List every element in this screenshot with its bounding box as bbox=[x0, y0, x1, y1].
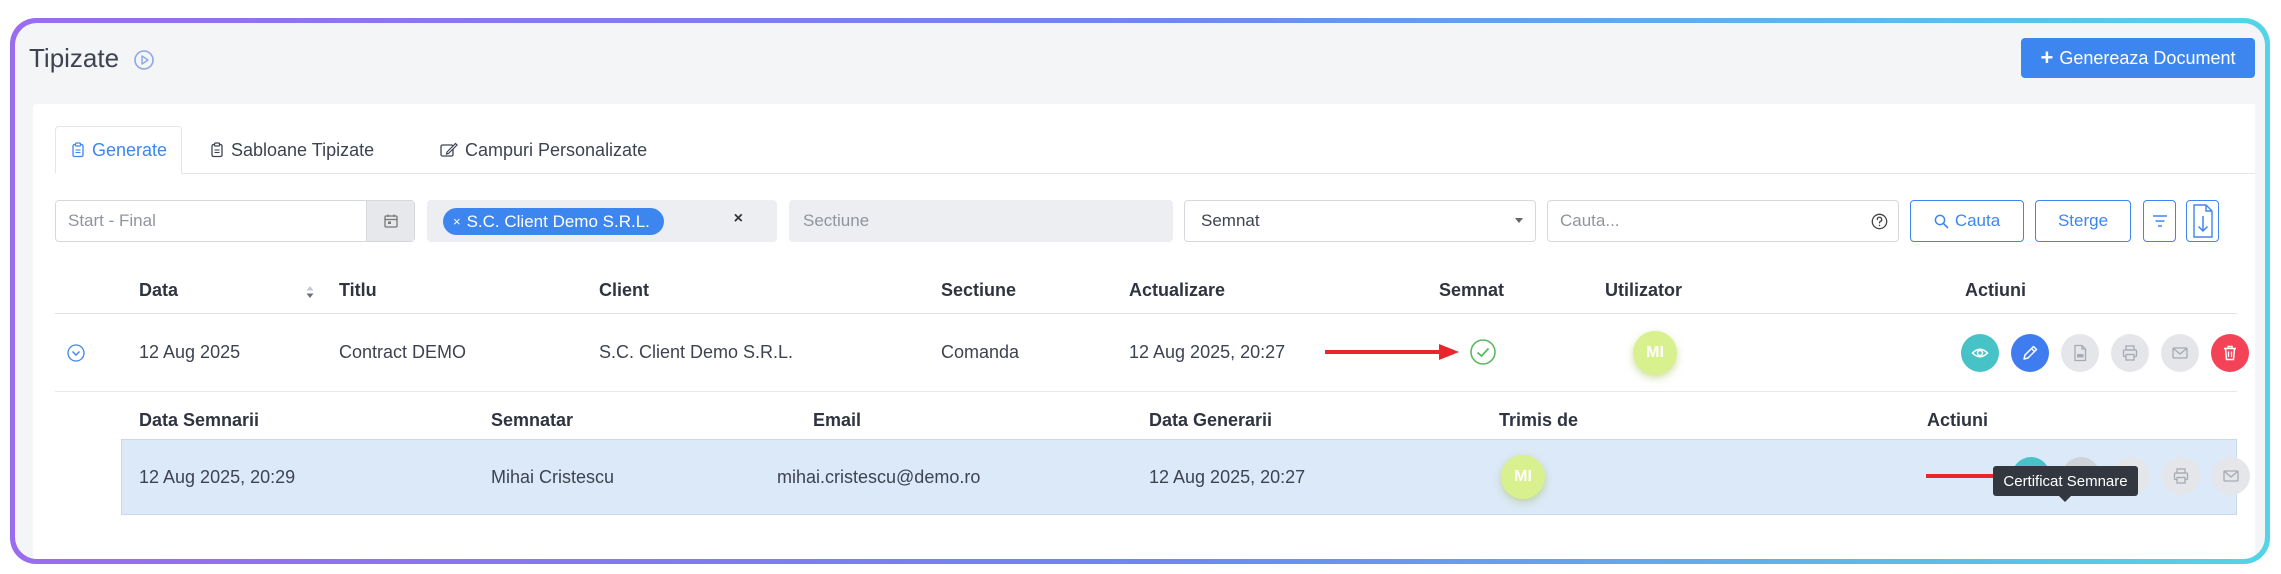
col-titlu: Titlu bbox=[339, 280, 377, 300]
cell-semnatar: Mihai Cristescu bbox=[491, 467, 615, 487]
section-input[interactable] bbox=[789, 200, 1173, 242]
tab-campuri-personalizate[interactable]: Campuri Personalizate bbox=[425, 126, 661, 174]
clipboard-icon bbox=[72, 142, 84, 158]
page-container: Tipizate + Genereaza Document Generate S… bbox=[15, 23, 2265, 559]
file-pdf-icon bbox=[2074, 344, 2087, 362]
cell-titlu: Contract DEMO bbox=[339, 342, 467, 362]
signed-select-value: Semnat bbox=[1201, 211, 1260, 230]
calendar-button[interactable] bbox=[366, 201, 414, 241]
table-row: 12 Aug 2025 Contract DEMO S.C. Client De… bbox=[55, 314, 2249, 392]
filter-bar: × S.C. Client Demo S.R.L. × Semnat C bbox=[55, 200, 2255, 244]
cell-data-semnarii: 12 Aug 2025, 20:29 bbox=[139, 467, 296, 487]
printer-icon bbox=[2122, 345, 2138, 361]
filter-lines-icon bbox=[2152, 215, 2167, 227]
col-utilizator: Utilizator bbox=[1605, 280, 1683, 300]
chevron-down-icon bbox=[1515, 218, 1523, 223]
client-multiselect[interactable]: × S.C. Client Demo S.R.L. × bbox=[427, 200, 777, 242]
printer-icon bbox=[2173, 468, 2189, 484]
mail-icon bbox=[2223, 470, 2239, 482]
generate-document-button[interactable]: + Genereaza Document bbox=[2021, 38, 2255, 78]
tab-generate[interactable]: Generate bbox=[55, 126, 183, 174]
pencil-icon bbox=[2023, 345, 2038, 360]
chevron-down-circle-icon[interactable] bbox=[67, 344, 85, 362]
email-button[interactable] bbox=[2212, 457, 2250, 495]
signed-select[interactable]: Semnat bbox=[1184, 200, 1536, 242]
help-circle-icon[interactable] bbox=[1871, 213, 1888, 230]
col-email: Email bbox=[813, 410, 862, 430]
chip-remove-icon[interactable]: × bbox=[453, 214, 461, 229]
cell-sectiune: Comanda bbox=[941, 342, 1020, 362]
cell-data: 12 Aug 2025 bbox=[139, 342, 241, 362]
col-semnat: Semnat bbox=[1439, 280, 1505, 300]
file-download-icon bbox=[2192, 204, 2213, 238]
col-actiuni: Actiuni bbox=[1965, 280, 2026, 300]
col-actualizare: Actualizare bbox=[1129, 280, 1226, 300]
cell-data-generarii: 12 Aug 2025, 20:27 bbox=[1149, 467, 1306, 487]
tab-sabloane-tipizate[interactable]: Sabloane Tipizate bbox=[195, 126, 388, 174]
export-button[interactable] bbox=[2186, 200, 2219, 242]
plus-icon: + bbox=[2040, 45, 2054, 70]
subtable-header: Data Semnarii Semnatar Email Data Genera… bbox=[139, 402, 2237, 438]
trash-icon bbox=[2224, 345, 2236, 361]
cell-email: mihai.cristescu@demo.ro bbox=[777, 467, 981, 487]
edit-square-icon bbox=[440, 142, 458, 157]
col-semnatar: Semnatar bbox=[491, 410, 574, 430]
clipboard-icon bbox=[211, 142, 223, 158]
col-sectiune: Sectiune bbox=[941, 280, 1017, 300]
col-data-semnarii: Data Semnarii bbox=[139, 410, 260, 430]
table-header: Data Titlu Client Sectiune Actualizare S… bbox=[55, 270, 2237, 314]
pdf-button[interactable] bbox=[2061, 334, 2099, 372]
check-circle-icon bbox=[1470, 339, 1496, 365]
highlight-frame: Tipizate + Genereaza Document Generate S… bbox=[10, 18, 2270, 564]
print-button[interactable] bbox=[2111, 334, 2149, 372]
search-button[interactable]: Cauta bbox=[1910, 200, 2024, 242]
cell-client: S.C. Client Demo S.R.L. bbox=[599, 342, 794, 362]
date-range-input[interactable] bbox=[56, 201, 366, 241]
main-card: Generate Sabloane Tipizate Campuri Perso… bbox=[33, 104, 2255, 559]
col-data-generarii: Data Generarii bbox=[1149, 410, 1273, 430]
col-client: Client bbox=[599, 280, 650, 300]
eye-icon bbox=[1971, 348, 1989, 358]
tab-generate-label: Generate bbox=[92, 139, 168, 160]
search-button-label: Cauta bbox=[1954, 211, 2001, 230]
view-button[interactable] bbox=[1961, 334, 1999, 372]
client-chip: × S.C. Client Demo S.R.L. bbox=[443, 208, 664, 235]
page-title: Tipizate bbox=[29, 43, 120, 73]
calendar-icon bbox=[383, 214, 398, 228]
subtable-row: 12 Aug 2025, 20:29 Mihai Cristescu mihai… bbox=[121, 439, 2250, 515]
search-field bbox=[1547, 200, 1899, 242]
search-icon bbox=[1934, 214, 1949, 228]
annotation-arrow-icon bbox=[1325, 344, 1459, 360]
email-button[interactable] bbox=[2161, 334, 2199, 372]
col-trimis-de: Trimis de bbox=[1499, 410, 1579, 430]
cell-actualizare: 12 Aug 2025, 20:27 bbox=[1129, 342, 1286, 362]
certificate-tooltip: Certificat Semnare bbox=[1993, 466, 2138, 502]
tab-sabloane-label: Sabloane Tipizate bbox=[231, 139, 375, 160]
tab-campuri-label: Campuri Personalizate bbox=[465, 139, 648, 160]
generate-document-label: Genereaza Document bbox=[2059, 47, 2236, 68]
avatar: MI bbox=[1501, 455, 1545, 499]
delete-button[interactable] bbox=[2211, 334, 2249, 372]
clear-client-icon[interactable]: × bbox=[734, 210, 743, 228]
mail-icon bbox=[2172, 347, 2188, 359]
page-header: Tipizate + Genereaza Document bbox=[15, 23, 2265, 103]
avatar: MI bbox=[1633, 331, 1677, 375]
sort-icon[interactable] bbox=[305, 284, 315, 300]
filter-button[interactable] bbox=[2143, 200, 2176, 242]
play-circle-icon[interactable] bbox=[133, 49, 155, 71]
tab-bar: Generate Sabloane Tipizate Campuri Perso… bbox=[55, 126, 2255, 174]
edit-button[interactable] bbox=[2011, 334, 2049, 372]
date-range-field bbox=[55, 200, 415, 242]
col-data[interactable]: Data bbox=[139, 280, 178, 301]
print-button[interactable] bbox=[2162, 457, 2200, 495]
col-sub-actiuni: Actiuni bbox=[1927, 410, 1988, 430]
clear-button[interactable]: Sterge bbox=[2035, 200, 2131, 242]
clear-button-label: Sterge bbox=[2057, 211, 2109, 230]
search-input[interactable] bbox=[1548, 201, 1848, 241]
client-chip-label: S.C. Client Demo S.R.L. bbox=[466, 211, 650, 231]
